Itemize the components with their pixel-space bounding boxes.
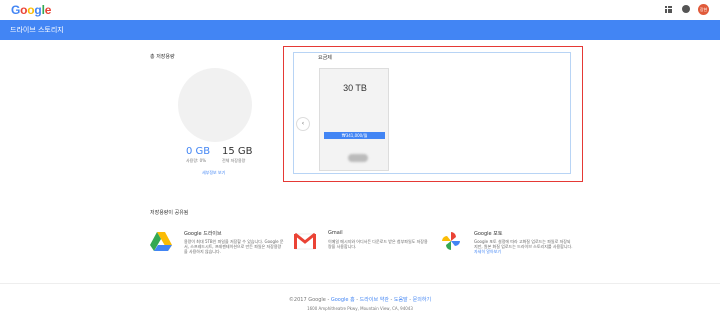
google-drive-icon: [150, 232, 172, 251]
logo-letter: e: [44, 3, 52, 17]
footer-link-contact[interactable]: 문의하기: [413, 297, 431, 303]
plans-heading: 요금제: [318, 55, 332, 61]
gmail-icon: [294, 232, 316, 250]
logo-letter: g: [34, 3, 42, 17]
total-storage-desc: 전체 저장용량: [222, 158, 246, 163]
service-desc: 용량이 최대 5TB인 파일을 저장할 수 있습니다. Google 문서, 스…: [184, 239, 284, 254]
top-bar: Google 장현: [0, 0, 720, 20]
footer-divider: [0, 283, 720, 284]
blurred-label: [348, 154, 368, 162]
plan-card[interactable]: 30 TB ₩341,000/월: [319, 68, 389, 171]
plan-price-button[interactable]: ₩341,000/월: [324, 132, 385, 139]
notifications-icon[interactable]: [682, 5, 690, 13]
logo-letter: G: [11, 3, 21, 17]
page-title: 드라이브 스토리지: [10, 26, 64, 34]
google-photos-icon: [442, 232, 460, 250]
service-desc-text: Google 포토 설정에 따라 고화질 업로드는 파일로 저장되지만, 원본 …: [474, 239, 573, 249]
google-logo[interactable]: Google: [11, 3, 51, 17]
storage-donut-chart: [178, 68, 252, 142]
service-title: Google 포토: [474, 231, 503, 237]
learn-more-link[interactable]: 자세히 알아보기: [474, 249, 501, 254]
carousel-prev-button[interactable]: ‹: [296, 117, 310, 131]
copyright: ©2017 Google: [288, 297, 326, 303]
total-storage-value: 15 GB: [222, 146, 253, 157]
shared-storage-heading: 저장용량이 공유됨: [150, 210, 189, 216]
footer-link-terms[interactable]: 드라이브 약관: [360, 297, 389, 303]
apps-grid-icon[interactable]: [665, 6, 672, 13]
avatar[interactable]: 장현: [698, 4, 709, 15]
used-storage-value: 0 GB: [186, 146, 211, 157]
plan-size: 30 TB: [343, 83, 367, 93]
page-header: 드라이브 스토리지: [0, 20, 720, 40]
total-storage-label: 총 저장용량: [150, 54, 175, 60]
used-storage-label: 사용량: 0%: [186, 158, 207, 163]
service-title: Gmail: [328, 230, 343, 236]
footer-link-help[interactable]: 도움말: [394, 297, 408, 303]
footer-links: ©2017 Google - Google 홈 - 드라이브 약관 - 도움말 …: [0, 296, 720, 303]
service-title: Google 드라이브: [184, 231, 222, 237]
footer-link-home[interactable]: Google 홈: [331, 297, 355, 303]
details-link[interactable]: 세부정보 보기: [202, 170, 225, 176]
footer-address: 1600 Amphitheatre Pkwy, Mountain View, C…: [307, 306, 413, 311]
service-desc: Google 포토 설정에 따라 고화질 업로드는 파일로 저장되지만, 원본 …: [474, 239, 574, 254]
service-desc: 이메일 메시지와 어디서든 다운로드 받은 첨부파일도 저장용량을 사용합니다.: [328, 239, 428, 249]
